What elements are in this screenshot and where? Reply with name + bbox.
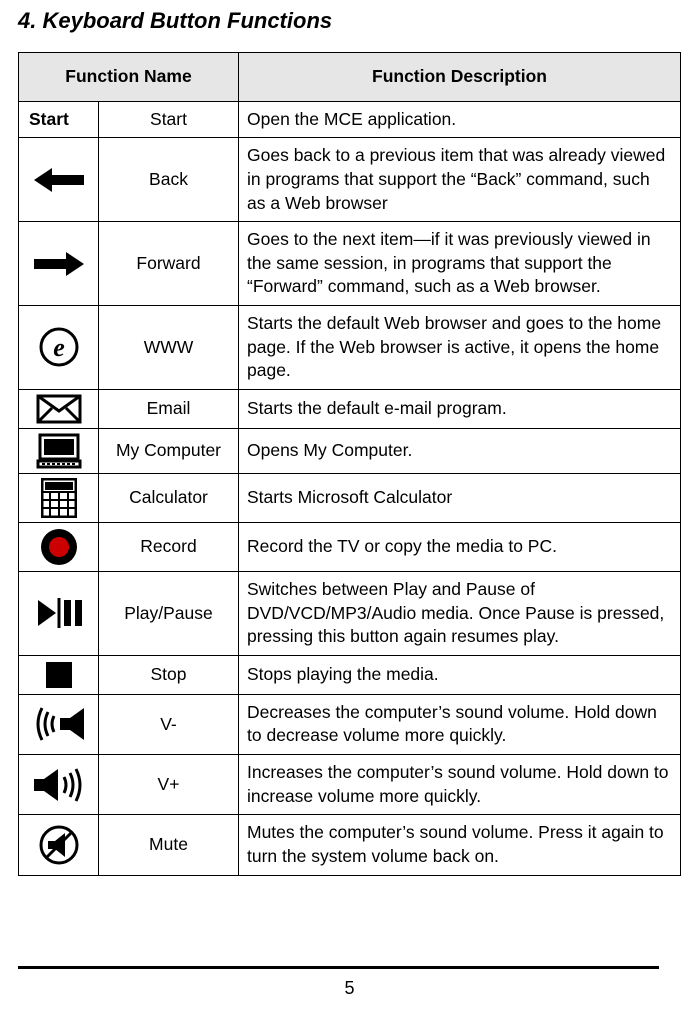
header-function-desc: Function Description [239,53,681,102]
function-name: Start [99,101,239,138]
svg-text:e: e [53,333,65,362]
table-row: My ComputerOpens My Computer. [19,428,681,473]
function-name: My Computer [99,428,239,473]
function-name: Mute [99,815,239,875]
function-description: Goes to the next item—if it was previous… [239,222,681,306]
function-description: Switches between Play and Pause of DVD/V… [239,571,681,655]
function-description: Record the TV or copy the media to PC. [239,522,681,571]
start-text-icon: Start [19,101,99,138]
volume-down-icon [19,694,99,754]
play-pause-icon [19,571,99,655]
volume-up-icon [19,755,99,815]
back-arrow-icon [19,138,99,222]
table-row: e WWWStarts the default Web browser and g… [19,306,681,390]
function-name: Play/Pause [99,571,239,655]
table-row: BackGoes back to a previous item that wa… [19,138,681,222]
function-name: Back [99,138,239,222]
page-number: 5 [344,978,354,999]
section-heading: 4. Keyboard Button Functions [18,8,681,34]
www-e-icon: e [19,306,99,390]
function-description: Mutes the computer’s sound volume. Press… [239,815,681,875]
function-name: Forward [99,222,239,306]
email-envelope-icon [19,389,99,428]
my-computer-icon [19,428,99,473]
table-row: EmailStarts the default e-mail program. [19,389,681,428]
calculator-grid-icon [19,473,99,522]
function-name: Record [99,522,239,571]
function-name: Stop [99,655,239,694]
function-description: Open the MCE application. [239,101,681,138]
table-row: V+Increases the computer’s sound volume.… [19,755,681,815]
function-description: Opens My Computer. [239,428,681,473]
function-description: Increases the computer’s sound volume. H… [239,755,681,815]
table-row: RecordRecord the TV or copy the media to… [19,522,681,571]
table-row: ForwardGoes to the next item—if it was p… [19,222,681,306]
table-row: StopStops playing the media. [19,655,681,694]
header-function-name: Function Name [19,53,239,102]
table-row: V-Decreases the computer’s sound volume.… [19,694,681,754]
function-name: V+ [99,755,239,815]
function-name: Email [99,389,239,428]
function-name: V- [99,694,239,754]
function-name: Calculator [99,473,239,522]
function-description: Goes back to a previous item that was al… [239,138,681,222]
function-description: Starts the default Web browser and goes … [239,306,681,390]
table-row: MuteMutes the computer’s sound volume. P… [19,815,681,875]
function-name: WWW [99,306,239,390]
record-dot-icon [19,522,99,571]
table-row: CalculatorStarts Microsoft Calculator [19,473,681,522]
footer-rule [18,966,659,969]
function-description: Stops playing the media. [239,655,681,694]
stop-square-icon [19,655,99,694]
function-description: Starts Microsoft Calculator [239,473,681,522]
table-row: Play/PauseSwitches between Play and Paus… [19,571,681,655]
table-row: StartStartOpen the MCE application. [19,101,681,138]
functions-table: Function Name Function Description Start… [18,52,681,876]
mute-speaker-icon [19,815,99,875]
function-description: Decreases the computer’s sound volume. H… [239,694,681,754]
function-description: Starts the default e-mail program. [239,389,681,428]
forward-arrow-icon [19,222,99,306]
